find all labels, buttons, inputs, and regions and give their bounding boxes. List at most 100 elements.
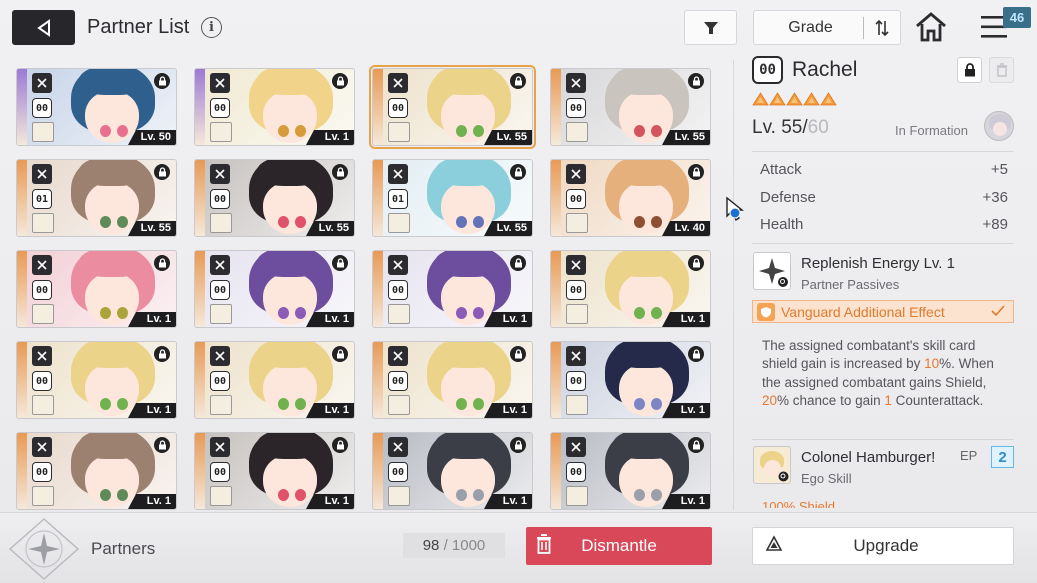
partner-card-16[interactable]: 00 Lv. 1 (550, 341, 711, 419)
formation-avatar[interactable] (984, 111, 1014, 141)
class-icon (388, 164, 408, 184)
passive-skill-icon[interactable] (753, 252, 791, 290)
lock-icon[interactable] (154, 346, 170, 362)
lock-icon[interactable] (154, 73, 170, 89)
ego-skill-description: 100% Shield (762, 499, 835, 508)
back-button[interactable] (12, 10, 75, 45)
trash-icon[interactable] (989, 57, 1014, 83)
sort-order-icon[interactable] (864, 19, 900, 37)
assigned-combatant-avatar (566, 304, 588, 324)
assigned-combatant-avatar (388, 486, 410, 506)
ego-skill-icon[interactable] (753, 446, 791, 484)
assigned-combatant-avatar (32, 395, 54, 415)
card-rarity-stripe (551, 433, 561, 509)
level-label: Lv. 55 (662, 130, 710, 145)
lock-icon[interactable] (688, 437, 704, 453)
lock-icon[interactable] (688, 73, 704, 89)
lock-icon[interactable] (332, 255, 348, 271)
lock-icon[interactable] (688, 164, 704, 180)
lock-icon[interactable] (332, 437, 348, 453)
partner-grid: 00 Lv. 50 00 Lv. 1 00 Lv. 55 00 Lv. 55 0… (16, 65, 711, 510)
class-icon (566, 164, 586, 184)
lock-icon[interactable] (510, 255, 526, 271)
sort-button[interactable]: Grade (753, 10, 901, 45)
grade-chip: 00 (32, 462, 52, 482)
lock-icon[interactable] (510, 346, 526, 362)
partner-card-15[interactable]: 00 Lv. 1 (372, 341, 533, 419)
partner-card-18[interactable]: 00 Lv. 1 (194, 432, 355, 510)
partner-card-10[interactable]: 00 Lv. 1 (194, 250, 355, 328)
star-icon (769, 92, 786, 106)
checkmark-icon (991, 304, 1005, 320)
card-rarity-stripe (195, 69, 205, 145)
card-rarity-stripe (17, 342, 27, 418)
lock-icon[interactable] (332, 73, 348, 89)
passive-skill-type: Partner Passives (801, 277, 900, 292)
assigned-combatant-avatar (32, 213, 54, 233)
card-rarity-stripe (551, 160, 561, 236)
assigned-combatant-avatar (32, 122, 54, 142)
partner-card-20[interactable]: 00 Lv. 1 (550, 432, 711, 510)
partner-card-8[interactable]: 00 Lv. 40 (550, 159, 711, 237)
panel-divider (733, 60, 734, 510)
card-rarity-stripe (17, 433, 27, 509)
assigned-combatant-avatar (32, 486, 54, 506)
lock-icon[interactable] (510, 73, 526, 89)
grade-chip: 00 (388, 371, 408, 391)
grade-chip: 00 (566, 371, 586, 391)
assigned-combatant-avatar (566, 122, 588, 142)
partner-card-2[interactable]: 00 Lv. 1 (194, 68, 355, 146)
lock-icon[interactable] (332, 164, 348, 180)
lock-icon[interactable] (154, 437, 170, 453)
upgrade-button[interactable]: Upgrade (752, 527, 1014, 565)
level-label: Lv. 1 (128, 312, 176, 327)
partner-card-5[interactable]: 01 Lv. 55 (16, 159, 177, 237)
partner-card-12[interactable]: 00 Lv. 1 (550, 250, 711, 328)
lock-icon[interactable] (510, 164, 526, 180)
grade-chip: 01 (32, 189, 52, 209)
partner-card-6[interactable]: 00 Lv. 55 (194, 159, 355, 237)
partner-card-3[interactable]: 00 Lv. 55 (369, 65, 536, 149)
info-icon[interactable]: i (201, 17, 222, 38)
partner-card-13[interactable]: 00 Lv. 1 (16, 341, 177, 419)
compass-icon (6, 515, 82, 583)
detail-lock-button[interactable] (957, 57, 982, 83)
filter-button[interactable] (684, 10, 737, 45)
partner-card-11[interactable]: 00 Lv. 1 (372, 250, 533, 328)
partner-card-14[interactable]: 00 Lv. 1 (194, 341, 355, 419)
star-icon (803, 92, 820, 106)
assigned-combatant-avatar (210, 486, 232, 506)
partner-card-4[interactable]: 00 Lv. 55 (550, 68, 711, 146)
formation-status: In Formation (895, 123, 968, 138)
lock-icon[interactable] (510, 437, 526, 453)
lock-icon[interactable] (688, 255, 704, 271)
dismantle-label: Dismantle (581, 536, 657, 555)
level-label: Lv. 1 (484, 403, 532, 418)
lock-icon[interactable] (154, 164, 170, 180)
level-label: Lv. 1 (662, 403, 710, 418)
divider (752, 151, 1014, 152)
level-label: Lv. 1 (128, 403, 176, 418)
partner-card-7[interactable]: 01 Lv. 55 (372, 159, 533, 237)
assigned-combatant-avatar (566, 395, 588, 415)
class-icon (388, 255, 408, 275)
detail-grade-chip: 00 (752, 56, 783, 84)
lock-icon[interactable] (332, 346, 348, 362)
partner-card-1[interactable]: 00 Lv. 50 (16, 68, 177, 146)
home-icon[interactable] (914, 11, 948, 48)
class-icon (32, 437, 52, 457)
partner-card-19[interactable]: 00 Lv. 1 (372, 432, 533, 510)
dismantle-button[interactable]: Dismantle (526, 527, 712, 565)
class-icon (566, 346, 586, 366)
lock-icon[interactable] (154, 255, 170, 271)
partner-card-9[interactable]: 00 Lv. 1 (16, 250, 177, 328)
lock-icon[interactable] (688, 346, 704, 362)
class-icon (388, 437, 408, 457)
partner-card-17[interactable]: 00 Lv. 1 (16, 432, 177, 510)
class-icon (32, 73, 52, 93)
card-rarity-stripe (373, 160, 383, 236)
vanguard-effect-toggle[interactable]: Vanguard Additional Effect (752, 300, 1014, 323)
card-rarity-stripe (373, 69, 383, 145)
class-icon (32, 164, 52, 184)
card-rarity-stripe (17, 160, 27, 236)
